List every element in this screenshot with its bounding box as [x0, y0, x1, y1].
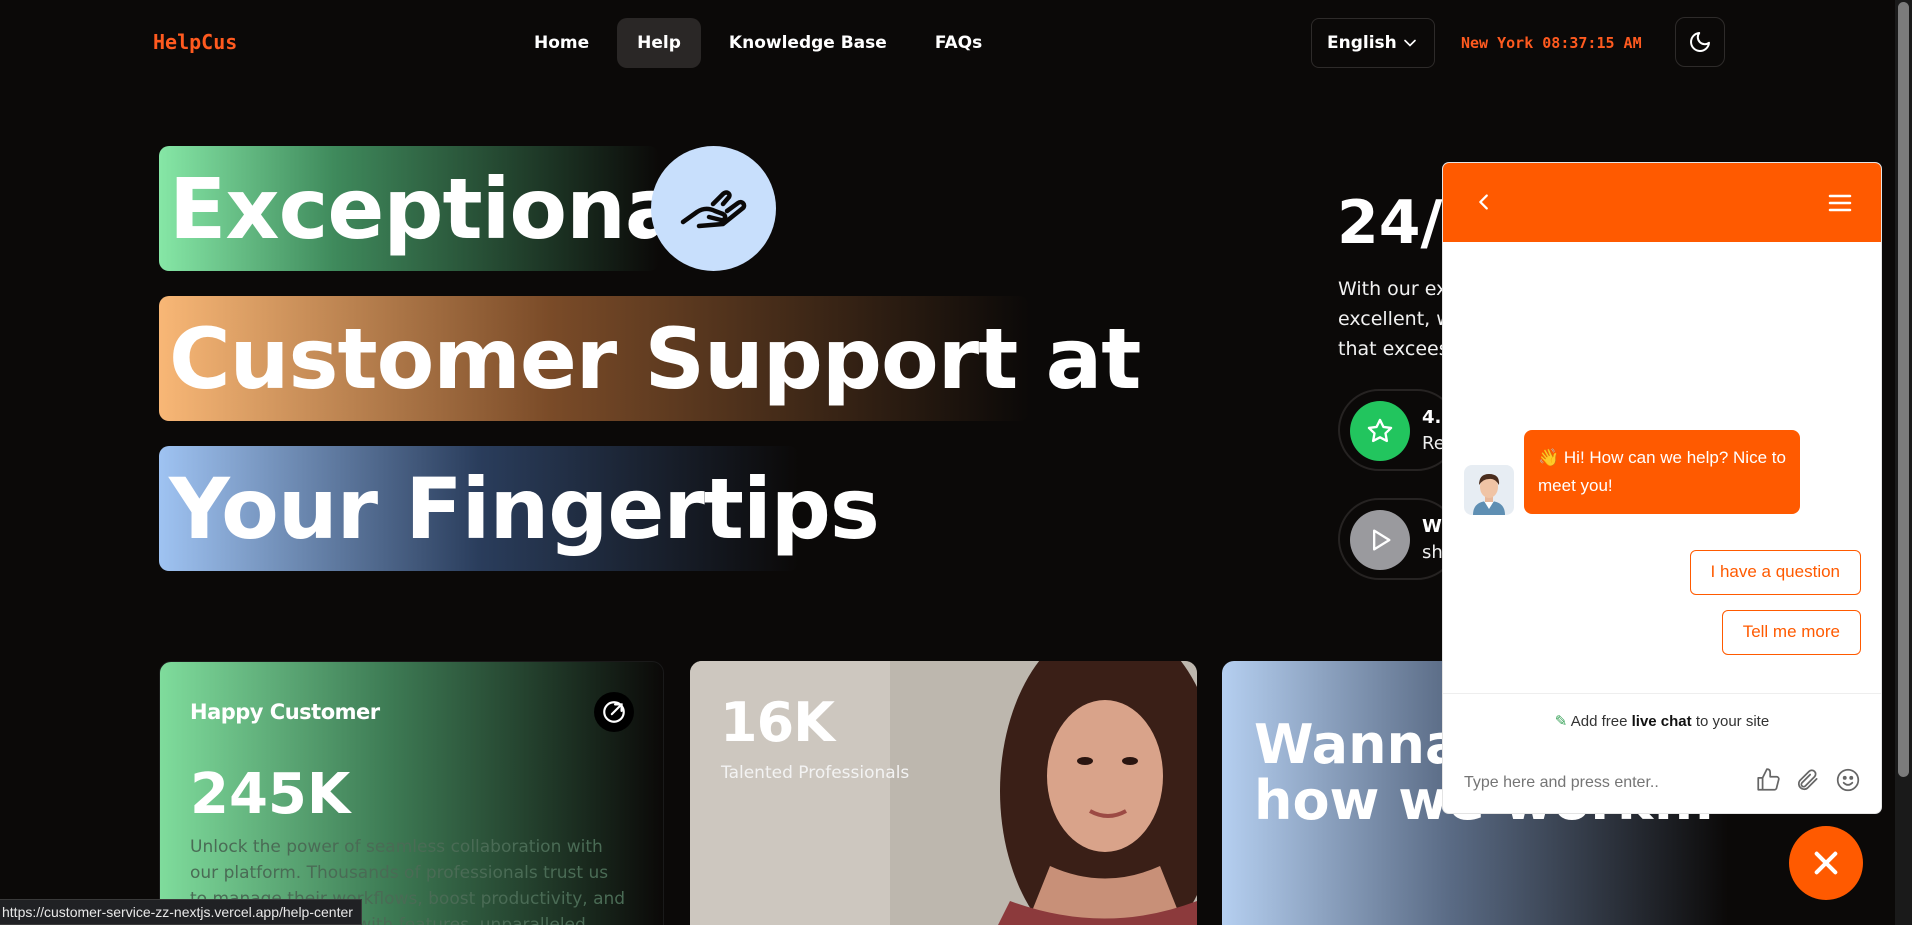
chat-header: [1443, 163, 1881, 242]
greeting-message: 👋 Hi! How can we help? Nice to meet you!: [1524, 430, 1800, 514]
info-text-line: that excees: [1338, 338, 1449, 360]
powered-bold: live chat: [1631, 713, 1692, 730]
nav-knowledge-base[interactable]: Knowledge Base: [709, 18, 907, 68]
info-text-line: With our exp: [1338, 278, 1458, 300]
tell-more-option-button[interactable]: Tell me more: [1721, 610, 1861, 655]
back-arrow-icon[interactable]: [1473, 191, 1495, 213]
thumbs-up-icon[interactable]: [1755, 767, 1781, 793]
chat-divider: [1443, 693, 1881, 694]
agent-avatar: [1464, 465, 1514, 515]
hero-line-1: Exceptional: [159, 146, 709, 271]
powered-prefix: Add free: [1570, 713, 1628, 730]
card-number: 16K: [720, 691, 835, 754]
powered-suffix: to your site: [1695, 713, 1770, 730]
info-text-line: excellent, we: [1338, 308, 1458, 330]
moon-icon: [1690, 32, 1710, 52]
close-chat-button[interactable]: [1789, 826, 1863, 900]
scrollbar-thumb[interactable]: [1898, 2, 1909, 777]
card-number: 245K: [190, 762, 351, 827]
hero-line-3: Your Fingertips: [159, 446, 880, 571]
external-link-icon: [603, 701, 625, 723]
external-link-button[interactable]: [594, 692, 634, 732]
nav-faqs[interactable]: FAQs: [915, 18, 1002, 68]
helping-hand-icon: [680, 189, 746, 228]
language-select[interactable]: English: [1311, 18, 1435, 68]
nav-home[interactable]: Home: [514, 18, 609, 68]
emoji-icon[interactable]: [1835, 767, 1861, 793]
chevron-down-icon: [1404, 39, 1416, 47]
close-icon: [1814, 851, 1838, 875]
powered-icon: ✎: [1554, 713, 1568, 730]
theme-toggle-button[interactable]: [1675, 17, 1725, 67]
agent-avatar-image: [1473, 474, 1505, 515]
site-logo[interactable]: HelpCus: [153, 30, 237, 54]
world-clock: New York 08:37:15 AM: [1461, 34, 1642, 52]
card-title: Happy Customer: [190, 700, 380, 724]
clock-city: New York: [1461, 34, 1534, 52]
info-text: With our exp excellent, we that excees: [1338, 274, 1458, 364]
nav-help[interactable]: Help: [617, 18, 701, 68]
card-label: Talented Professionals: [721, 763, 910, 783]
clock-time: 08:37:15 AM: [1542, 34, 1642, 52]
hero-line-2: Customer Support at: [159, 296, 1141, 421]
link-status-bar: https://customer-service-zz-nextjs.verce…: [0, 899, 362, 925]
star-icon: [1367, 418, 1393, 443]
happy-customer-card: Happy Customer 245K Unlock the power of …: [159, 661, 664, 925]
powered-by-link[interactable]: ✎ Add free live chat to your site: [1443, 712, 1881, 730]
rating-badge: [1350, 401, 1410, 461]
question-option-button[interactable]: I have a question: [1689, 550, 1861, 595]
play-icon: [1373, 529, 1391, 551]
paperclip-icon[interactable]: [1795, 767, 1821, 793]
chat-widget: 👋 Hi! How can we help? Nice to meet you!…: [1443, 163, 1881, 813]
helping-hand-badge: [651, 146, 776, 271]
play-button[interactable]: [1350, 510, 1410, 570]
talented-professionals-card: 16K Talented Professionals: [690, 661, 1197, 925]
rating-label: Re: [1422, 433, 1445, 454]
language-value: English: [1327, 33, 1397, 53]
rating-pill: 4.5 Re: [1338, 389, 1458, 471]
chat-message-input[interactable]: [1464, 774, 1734, 792]
menu-icon[interactable]: [1827, 191, 1853, 215]
chat-tools: [1755, 767, 1861, 793]
main-nav: Home Help Knowledge Base FAQs: [514, 18, 1002, 68]
video-pill[interactable]: Wa sho: [1338, 498, 1458, 580]
